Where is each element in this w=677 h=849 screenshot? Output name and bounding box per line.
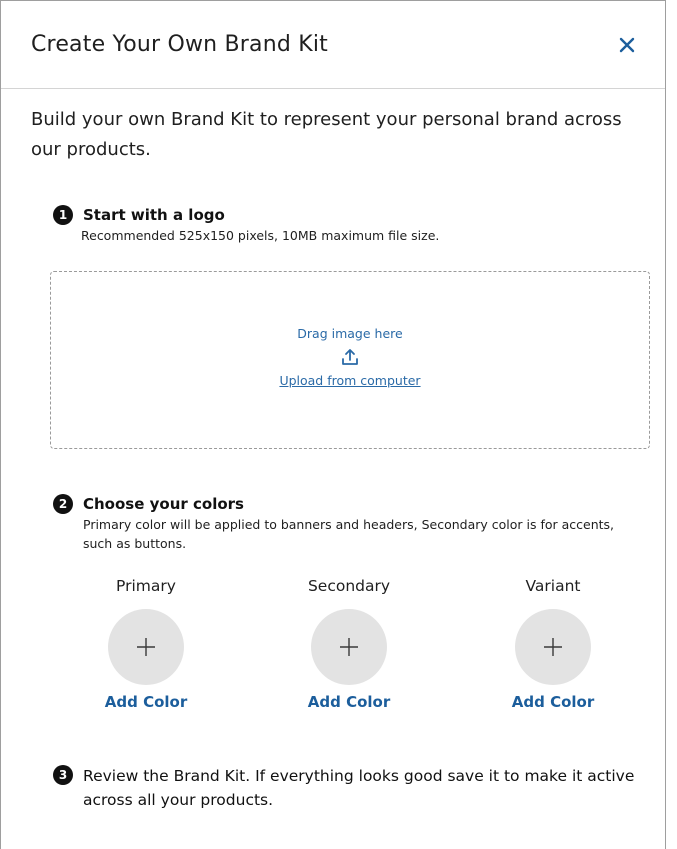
plus-icon	[340, 638, 358, 656]
color-picker-secondary: Secondary Add Color	[269, 575, 429, 711]
drag-image-text: Drag image here	[297, 326, 403, 341]
color-picker-primary: Primary Add Color	[66, 575, 226, 711]
color-label: Variant	[525, 577, 581, 595]
color-pickers: Primary Add Color Secondary Add Color Va…	[1, 575, 667, 725]
step-colors: 2 Choose your colors Primary color will …	[53, 493, 643, 553]
step-title: Choose your colors	[83, 495, 244, 513]
step-number-badge: 1	[53, 205, 73, 225]
color-picker-variant: Variant Add Color	[473, 575, 633, 711]
step-description: Primary color will be applied to banners…	[83, 517, 615, 551]
primary-color-swatch[interactable]	[108, 609, 184, 685]
step-number-badge: 3	[53, 765, 73, 785]
plus-icon	[544, 638, 562, 656]
color-label: Primary	[116, 577, 176, 595]
secondary-color-swatch[interactable]	[311, 609, 387, 685]
close-icon	[619, 37, 635, 52]
step-title: Start with a logo	[83, 206, 225, 224]
brand-kit-modal: Create Your Own Brand Kit Build your own…	[0, 0, 666, 849]
add-variant-color-button[interactable]: Add Color	[512, 693, 594, 711]
step-logo: 1 Start with a logo Recommended 525x150 …	[53, 204, 439, 245]
color-label: Secondary	[307, 577, 391, 595]
step-description: Recommended 525x150 pixels, 10MB maximum…	[81, 228, 440, 243]
step-title: Review the Brand Kit. If everything look…	[83, 767, 635, 809]
logo-dropzone[interactable]: Drag image here Upload from computer	[50, 271, 650, 449]
step-review: 3 Review the Brand Kit. If everything lo…	[53, 764, 663, 812]
variant-color-swatch[interactable]	[515, 609, 591, 685]
intro-text: Build your own Brand Kit to represent yo…	[31, 109, 622, 160]
upload-from-computer-link[interactable]: Upload from computer	[279, 373, 420, 388]
modal-header: Create Your Own Brand Kit	[1, 1, 665, 89]
add-secondary-color-button[interactable]: Add Color	[308, 693, 390, 711]
modal-title: Create Your Own Brand Kit	[31, 32, 328, 57]
close-button[interactable]	[607, 25, 647, 65]
plus-icon	[137, 638, 155, 656]
step-number-badge: 2	[53, 494, 73, 514]
add-primary-color-button[interactable]: Add Color	[105, 693, 187, 711]
upload-icon[interactable]	[340, 347, 360, 371]
